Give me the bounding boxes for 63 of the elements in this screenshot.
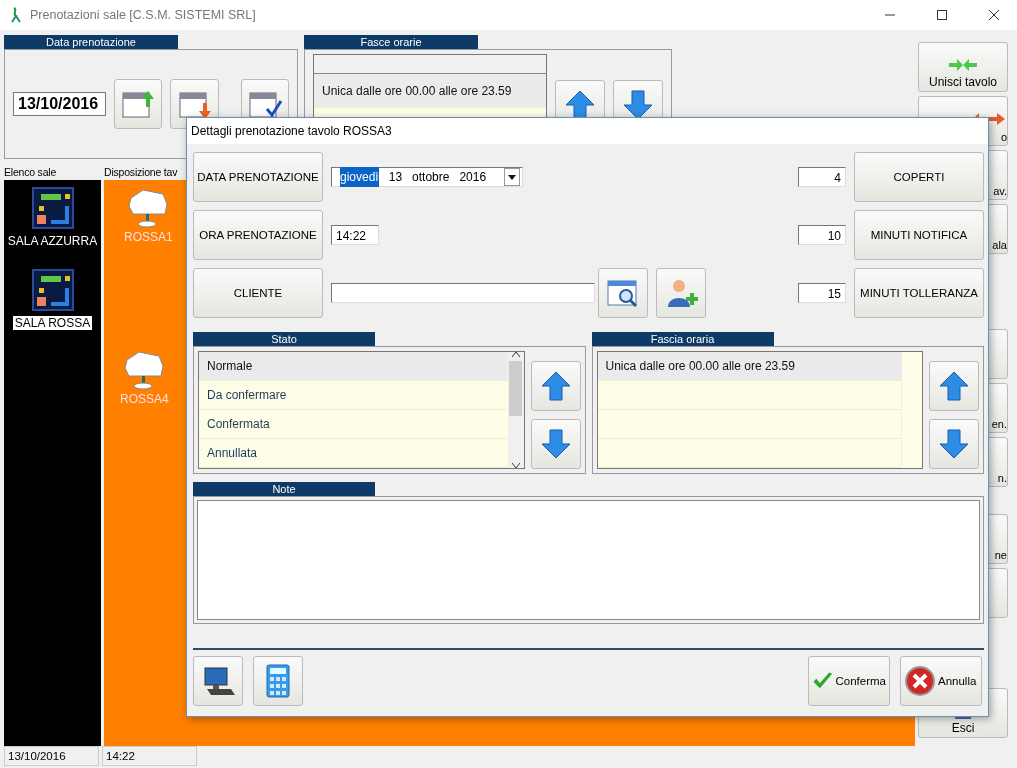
dialog-title: Dettagli prenotazione tavolo ROSSA3 [187, 118, 988, 144]
panel-heading: Stato [193, 332, 375, 346]
number-field[interactable]: 10 [798, 225, 846, 245]
number-field[interactable]: 15 [798, 283, 846, 303]
status-cell: 14:22 [102, 746, 197, 766]
move-down-button[interactable] [929, 419, 979, 469]
list-item[interactable]: Normale [199, 352, 508, 381]
number-field[interactable]: 4 [798, 167, 846, 187]
arrow-down-icon [539, 428, 572, 460]
add-client-button[interactable] [656, 268, 706, 318]
list-item[interactable]: Annullata [199, 439, 508, 468]
cancel-icon [904, 665, 936, 697]
column-heading: Disposizione tav [104, 166, 178, 178]
window-title: Prenotazioni sale [C.S.M. SISTEMI SRL] [30, 8, 257, 22]
list-item[interactable]: Unica dalle ore 00.00 alle ore 23.59 [597, 352, 901, 381]
list-item[interactable]: Da confermare [199, 381, 508, 410]
scroll-up-icon [511, 352, 520, 357]
computer-icon [201, 665, 235, 697]
table-icon[interactable] [127, 186, 170, 228]
column-heading: Elenco sale [4, 166, 58, 178]
note-field[interactable] [197, 500, 980, 620]
list-item[interactable]: Unica dalle ore 00.00 alle ore 23.59 [314, 74, 546, 108]
field-button[interactable]: MINUTI NOTIFICA [854, 210, 984, 260]
panel-heading: Data prenotazione [4, 35, 178, 49]
field-button[interactable]: DATA PRENOTAZIONE [193, 152, 323, 202]
client-field[interactable] [331, 283, 595, 303]
room-item[interactable]: SALA ROSSA [12, 316, 93, 330]
arrow-up-icon [539, 370, 572, 402]
arrow-up-icon [938, 370, 970, 402]
move-down-button[interactable] [530, 419, 581, 469]
close-icon [989, 10, 999, 20]
table-icon[interactable] [123, 348, 166, 390]
field-button[interactable]: MINUTI TOLLERANZA [854, 268, 984, 318]
move-up-button[interactable] [530, 361, 581, 411]
calculator-button[interactable] [253, 656, 303, 706]
search-icon [606, 278, 640, 308]
search-button[interactable] [598, 268, 648, 318]
scrollbar[interactable] [507, 352, 524, 468]
app-logo-icon [8, 6, 24, 24]
table-label: ROSSA1 [124, 230, 173, 244]
computer-button[interactable] [193, 656, 243, 706]
calendar-button[interactable] [114, 79, 163, 129]
room-item[interactable]: SALA AZZURRA [5, 234, 100, 248]
field-button[interactable]: CLIENTE [193, 268, 323, 318]
scroll-down-icon [511, 463, 520, 468]
cancel-button[interactable]: Annulla [900, 656, 982, 706]
panel-heading: Note [193, 482, 375, 496]
date-dropdown[interactable]: giovedì 13 ottobre 2016 [331, 167, 523, 187]
date-field[interactable]: 13/10/2016 [13, 92, 106, 116]
confirm-button[interactable]: Conferma [808, 656, 890, 706]
calculator-icon [265, 664, 291, 698]
list-item[interactable]: Confermata [199, 410, 508, 439]
arrow-down-icon [938, 428, 970, 460]
panel-heading: Fascia oraria [591, 332, 774, 346]
field-button[interactable]: ORA PRENOTAZIONE [193, 210, 323, 260]
move-up-button[interactable] [929, 361, 979, 411]
toolbar-button[interactable]: Unisci tavolo [918, 42, 1008, 92]
panel-heading: Fasce orarie [304, 35, 478, 49]
time-field[interactable]: 14:22 [331, 225, 379, 245]
status-cell: 13/10/2016 [4, 746, 99, 766]
table-label: ROSSA4 [120, 392, 169, 406]
field-button[interactable]: COPERTI [854, 152, 984, 202]
maximize-icon [937, 10, 947, 20]
